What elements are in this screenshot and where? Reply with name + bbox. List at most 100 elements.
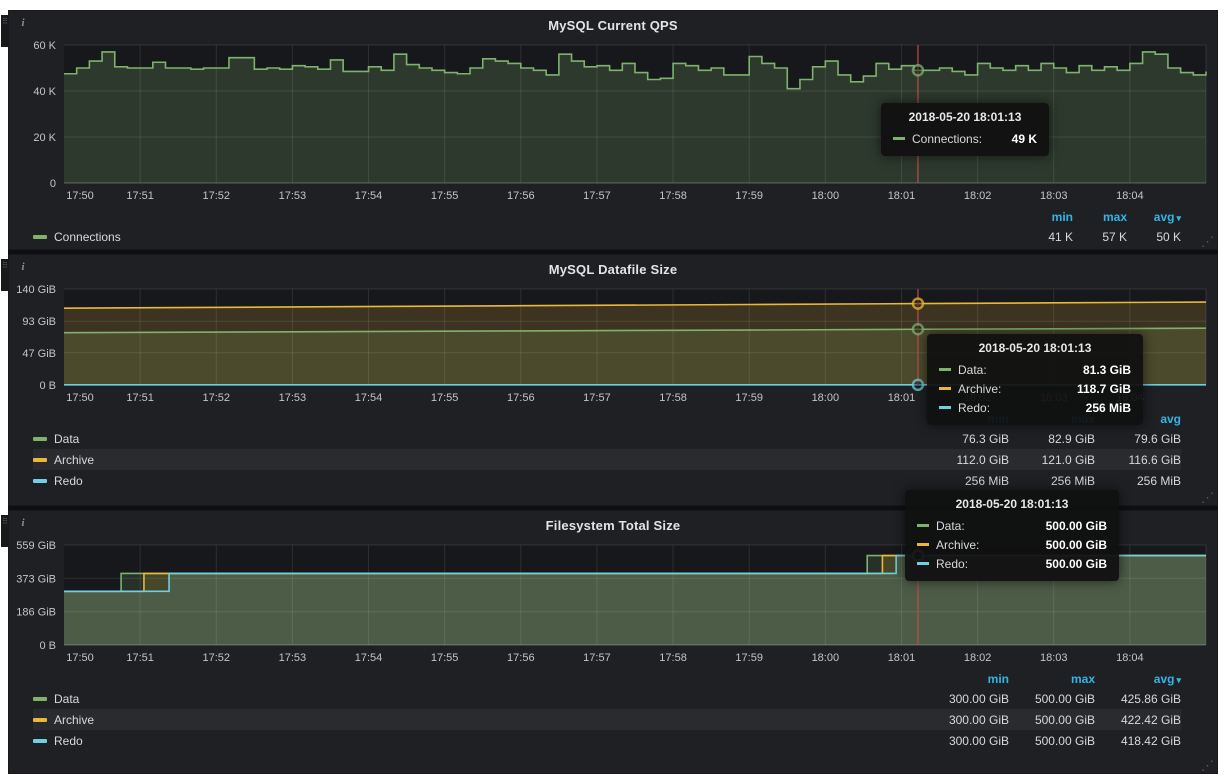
legend-sort-min[interactable]: min [1019, 210, 1073, 224]
series-color-swatch [33, 479, 47, 483]
legend-item[interactable]: Redo300.00 GiB500.00 GiB418.42 GiB [33, 730, 1181, 751]
legend-item[interactable]: Connections41 K57 K50 K [33, 226, 1181, 247]
series-name: Archive [54, 713, 94, 727]
panel-filesystem-total-size: ⠿ i Filesystem Total Size 559 GiB373 GiB… [8, 510, 1218, 774]
legend-item[interactable]: Data 300.00 GiB500.00 GiB425.86 GiB [33, 688, 1181, 709]
svg-text:186 GiB: 186 GiB [16, 607, 56, 619]
caret-down-icon: ▾ [1176, 675, 1181, 685]
series-name: Data [54, 432, 79, 446]
svg-text:18:02: 18:02 [964, 652, 992, 664]
datafile-chart-canvas[interactable]: 140 GiB93 GiB47 GiB0 B17:5017:5117:5217:… [10, 281, 1216, 409]
panel-resize-handle[interactable]: ⋰ [1201, 236, 1214, 248]
svg-text:40 K: 40 K [33, 86, 56, 98]
legend-sort-avg[interactable]: avg▾ [1127, 210, 1181, 224]
legend-stat-value: 300.00 GiB [923, 692, 1009, 706]
svg-text:17:52: 17:52 [203, 652, 231, 664]
series-color-swatch [33, 718, 47, 722]
panel-title[interactable]: MySQL Datafile Size [9, 255, 1217, 281]
panel-resize-handle[interactable]: ⋰ [1201, 760, 1214, 772]
svg-text:18:04: 18:04 [1116, 190, 1144, 202]
qps-chart-canvas[interactable]: 60 K40 K20 K017:5017:5117:5217:5317:5417… [10, 37, 1216, 207]
svg-text:20 K: 20 K [33, 132, 56, 144]
series-name: Data [54, 692, 79, 706]
legend-stat-value: 418.42 GiB [1095, 734, 1181, 748]
svg-text:17:55: 17:55 [431, 392, 459, 404]
svg-text:17:56: 17:56 [507, 392, 535, 404]
svg-text:18:00: 18:00 [812, 652, 840, 664]
legend-item[interactable]: Archive300.00 GiB500.00 GiB422.42 GiB [33, 709, 1181, 730]
svg-text:18:03: 18:03 [1040, 190, 1068, 202]
panel-resize-handle[interactable]: ⋰ [1201, 492, 1214, 504]
legend-item[interactable]: Data 76.3 GiB82.9 GiB79.6 GiB [33, 428, 1181, 449]
svg-text:373 GiB: 373 GiB [16, 573, 56, 585]
legend-stat-value: 256 MiB [1009, 474, 1095, 488]
svg-text:93 GiB: 93 GiB [22, 316, 56, 328]
panel-mysql-current-qps: ⠿ i MySQL Current QPS 60 K40 K20 K017:50… [8, 10, 1218, 250]
legend-stat-value: 79.6 GiB [1095, 432, 1181, 446]
series-name: Connections [54, 230, 121, 244]
legend-sort-avg[interactable]: avg [1095, 412, 1181, 426]
panel-info-icon[interactable]: i [16, 516, 30, 530]
svg-text:18:02: 18:02 [964, 392, 992, 404]
svg-text:140 GiB: 140 GiB [16, 284, 56, 296]
legend-item[interactable]: Archive 112.0 GiB121.0 GiB116.6 GiB [33, 449, 1181, 470]
legend-stat-value: 121.0 GiB [1009, 453, 1095, 467]
legend-sort-max[interactable]: max [1009, 412, 1095, 426]
legend-sort-max[interactable]: max [1009, 672, 1095, 686]
legend-sort-max[interactable]: max [1073, 210, 1127, 224]
panel-title[interactable]: Filesystem Total Size [9, 511, 1217, 537]
legend-stats-header: minmaxavg▾ [33, 207, 1181, 226]
svg-text:17:55: 17:55 [431, 190, 459, 202]
qps-legend: minmaxavg▾Connections41 K57 K50 K [9, 207, 1217, 247]
series-color-swatch [33, 235, 47, 239]
legend-stat-value: 256 MiB [923, 474, 1009, 488]
svg-text:17:59: 17:59 [735, 392, 763, 404]
panel-drag-handle-icon[interactable]: ⠿ [1, 259, 9, 291]
svg-text:18:04: 18:04 [1116, 392, 1144, 404]
legend-stat-value: 112.0 GiB [923, 453, 1009, 467]
svg-text:17:54: 17:54 [355, 392, 383, 404]
svg-text:18:02: 18:02 [964, 190, 992, 202]
legend-sort-avg[interactable]: avg▾ [1095, 672, 1181, 686]
svg-text:17:52: 17:52 [203, 190, 231, 202]
svg-text:18:00: 18:00 [812, 392, 840, 404]
legend-stat-value: 57 K [1073, 230, 1127, 244]
svg-text:18:01: 18:01 [888, 190, 916, 202]
legend-stat-value: 82.9 GiB [1009, 432, 1095, 446]
svg-text:17:59: 17:59 [735, 190, 763, 202]
panel-info-icon[interactable]: i [16, 16, 30, 30]
datafile-legend: minmaxavg Data 76.3 GiB82.9 GiB79.6 GiB Arc… [9, 409, 1217, 491]
legend-stat-value: 425.86 GiB [1095, 692, 1181, 706]
series-color-swatch [33, 437, 47, 441]
legend-item[interactable]: Redo256 MiB256 MiB256 MiB [33, 470, 1181, 491]
svg-text:60 K: 60 K [33, 40, 56, 52]
svg-text:17:53: 17:53 [279, 190, 307, 202]
filesystem-chart-canvas[interactable]: 559 GiB373 GiB186 GiB0 B17:5017:5117:521… [10, 537, 1216, 669]
legend-stat-value: 76.3 GiB [923, 432, 1009, 446]
svg-text:18:03: 18:03 [1040, 652, 1068, 664]
panel-info-icon[interactable]: i [16, 260, 30, 274]
legend-stats-header: minmaxavg [33, 409, 1181, 428]
svg-text:17:58: 17:58 [659, 652, 687, 664]
legend-stat-value: 500.00 GiB [1009, 692, 1095, 706]
filesystem-legend: minmaxavg▾ Data 300.00 GiB500.00 GiB425.86… [9, 669, 1217, 751]
svg-text:17:54: 17:54 [355, 190, 383, 202]
legend-stat-value: 116.6 GiB [1095, 453, 1181, 467]
panel-drag-handle-icon[interactable]: ⠿ [1, 515, 9, 547]
svg-text:559 GiB: 559 GiB [16, 540, 56, 552]
grafana-dashboard: ⠿ i MySQL Current QPS 60 K40 K20 K017:50… [8, 10, 1218, 774]
series-name: Archive [54, 453, 94, 467]
panel-mysql-datafile-size: ⠿ i MySQL Datafile Size 140 GiB93 GiB47 … [8, 254, 1218, 506]
legend-stat-value: 256 MiB [1095, 474, 1181, 488]
legend-stat-value: 300.00 GiB [923, 713, 1009, 727]
svg-text:17:51: 17:51 [126, 190, 154, 202]
svg-text:17:50: 17:50 [66, 652, 94, 664]
legend-stat-value: 500.00 GiB [1009, 713, 1095, 727]
svg-text:0 B: 0 B [39, 380, 56, 392]
svg-text:17:51: 17:51 [126, 392, 154, 404]
legend-sort-min[interactable]: min [923, 412, 1009, 426]
panel-drag-handle-icon[interactable]: ⠿ [1, 15, 9, 47]
panel-title[interactable]: MySQL Current QPS [9, 11, 1217, 37]
svg-text:17:57: 17:57 [583, 392, 611, 404]
legend-sort-min[interactable]: min [923, 672, 1009, 686]
